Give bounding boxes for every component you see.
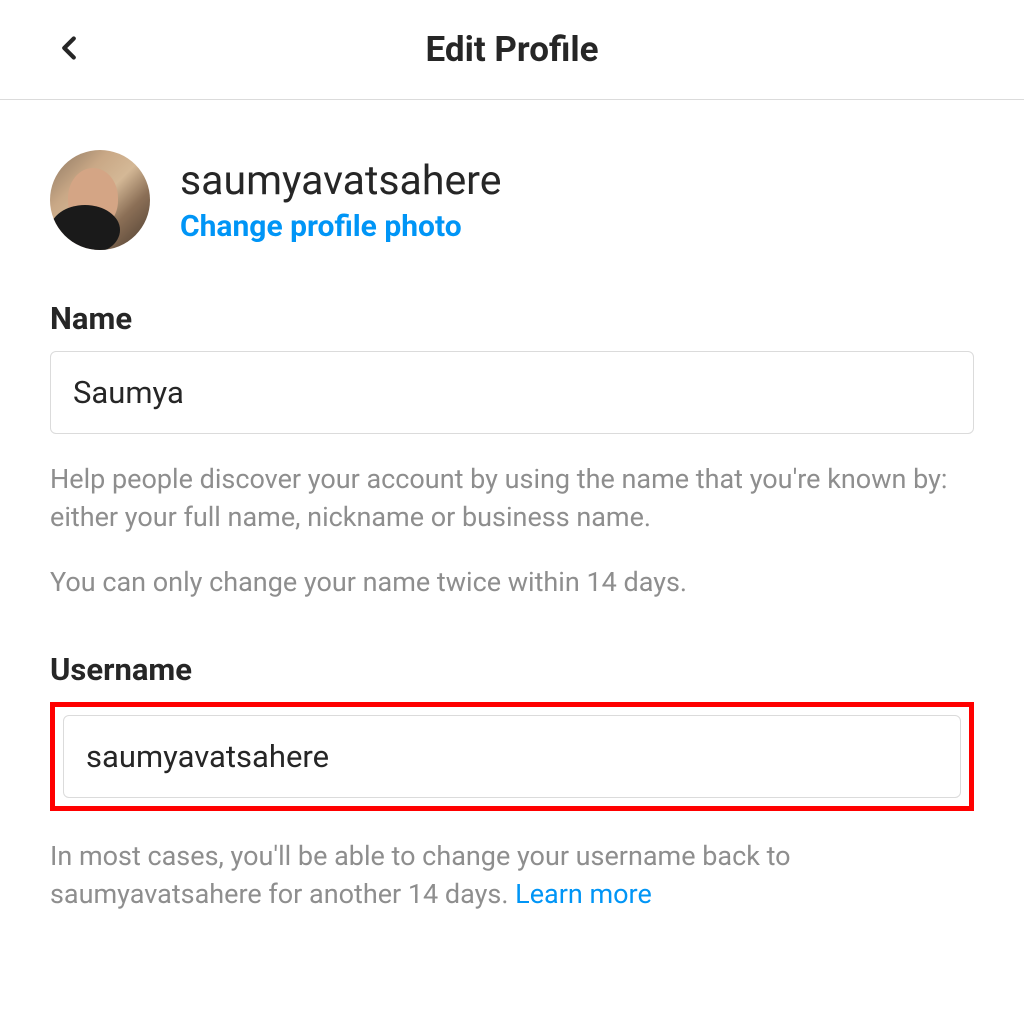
- change-photo-link[interactable]: Change profile photo: [180, 209, 501, 244]
- header-bar: Edit Profile: [0, 0, 1024, 100]
- username-highlight-box: [50, 702, 974, 811]
- back-button[interactable]: [50, 29, 88, 71]
- page-title: Edit Profile: [50, 29, 974, 70]
- username-field-section: Username In most cases, you'll be able t…: [50, 651, 974, 914]
- content-area: saumyavatsahere Change profile photo Nam…: [0, 100, 1024, 914]
- name-help-text-1: Help people discover your account by usi…: [50, 460, 974, 537]
- username-input[interactable]: [63, 715, 961, 798]
- username-label: Username: [50, 651, 974, 688]
- name-input[interactable]: [50, 351, 974, 434]
- learn-more-link[interactable]: Learn more: [515, 878, 652, 910]
- avatar[interactable]: [50, 150, 150, 250]
- name-help-text-2: You can only change your name twice with…: [50, 563, 974, 601]
- username-help-prefix: In most cases, you'll be able to change …: [50, 840, 791, 910]
- name-label: Name: [50, 300, 974, 337]
- profile-header: saumyavatsahere Change profile photo: [50, 150, 974, 250]
- name-help-text: Help people discover your account by usi…: [50, 460, 974, 601]
- profile-username-display: saumyavatsahere: [180, 157, 501, 205]
- chevron-left-icon: [50, 29, 88, 67]
- name-field-section: Name Help people discover your account b…: [50, 300, 974, 601]
- username-help-text: In most cases, you'll be able to change …: [50, 837, 974, 914]
- profile-info: saumyavatsahere Change profile photo: [180, 157, 501, 244]
